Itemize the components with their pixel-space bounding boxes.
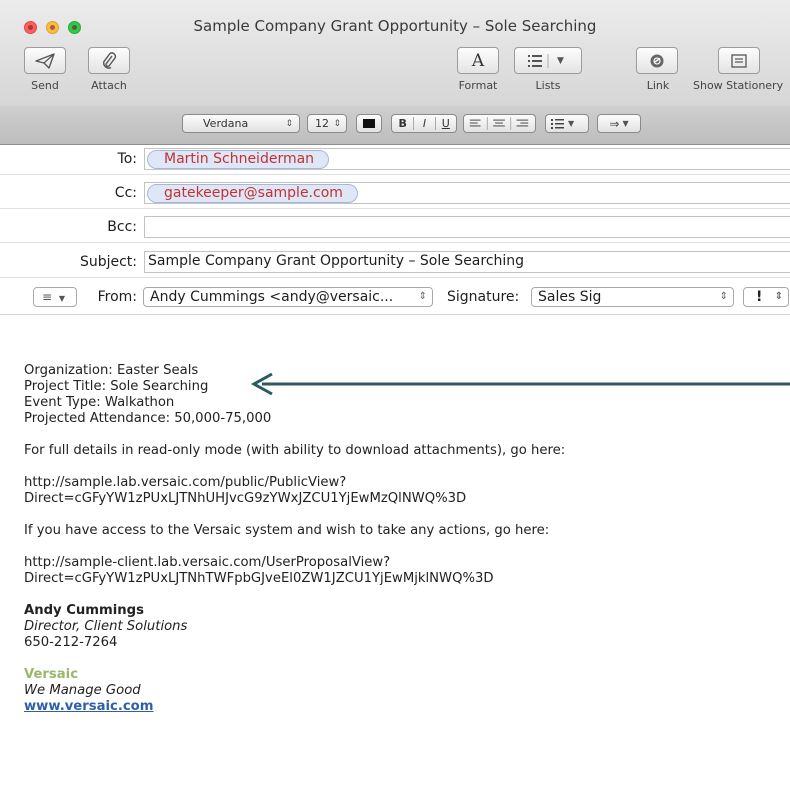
updown-arrows-icon: ⇕ — [418, 291, 427, 302]
align-icons — [469, 117, 529, 130]
updown-arrows-icon: ⇕ — [333, 118, 341, 129]
bcc-label: Bcc: — [107, 219, 137, 235]
font-family-value: Verdana — [203, 117, 249, 130]
indent-arrow-icon: ⇒ — [609, 116, 620, 131]
chevron-down-icon: ▼ — [557, 55, 564, 66]
public-view-url-line1[interactable]: http://sample.lab.versaic.com/public/Pub… — [24, 475, 565, 491]
show-stationery-label: Show Stationery — [693, 79, 784, 92]
to-row: To: Martin Schneiderman — [0, 144, 790, 175]
proposal-view-url-line2[interactable]: Direct=cGFyYW1zPUxLJTNhTWFpbGJveEl0ZW1JZ… — [24, 571, 565, 587]
underline-button[interactable]: U — [436, 117, 456, 130]
lists-label: Lists — [535, 79, 561, 92]
window-toolbar: Sample Company Grant Opportunity – Sole … — [0, 0, 790, 107]
signature-label: Signature: — [447, 289, 520, 305]
chevron-down-icon: ▼ — [58, 294, 66, 303]
link-icon — [650, 54, 664, 67]
updown-arrows-icon: ⇕ — [774, 291, 783, 302]
priority-value: ! — [756, 289, 763, 305]
header-options-button[interactable]: ≡ ▼ — [33, 287, 77, 307]
indent-select[interactable]: ⇒ ▼ — [597, 114, 641, 133]
menu-icon: ≡ — [42, 290, 53, 304]
italic-button[interactable]: I — [414, 117, 436, 130]
chevron-down-icon: ▼ — [568, 119, 575, 128]
paperclip-icon — [103, 51, 117, 69]
cc-label: Cc: — [114, 185, 137, 201]
priority-select[interactable]: ! ⇕ — [743, 287, 789, 307]
cc-row: Cc: gatekeeper@sample.com — [0, 178, 790, 209]
font-size-value: 12 — [315, 117, 329, 130]
format-label: Format — [458, 79, 498, 92]
updown-arrows-icon: ⇕ — [285, 118, 293, 129]
show-stationery-button[interactable] — [718, 47, 760, 74]
proposal-view-url-line1[interactable]: http://sample-client.lab.versaic.com/Use… — [24, 555, 565, 571]
list-icon — [551, 119, 564, 129]
paper-plane-icon — [35, 52, 55, 69]
signature-tagline: We Manage Good — [24, 683, 141, 698]
body-access-intro: If you have access to the Versaic system… — [24, 523, 550, 538]
subject-label: Subject: — [79, 254, 137, 270]
bold-button[interactable]: B — [392, 117, 415, 130]
annotation-arrow-icon — [250, 372, 790, 396]
link-button[interactable] — [636, 47, 678, 74]
signature-value: Sales Sig — [538, 289, 602, 305]
list-icon — [528, 53, 549, 68]
message-body[interactable]: Organization: Easter Seals Project Title… — [24, 363, 565, 715]
website-link[interactable]: www.versaic.com — [24, 699, 153, 714]
stationery-icon — [731, 53, 747, 68]
body-event-type: Event Type: Walkathon — [24, 395, 175, 410]
body-details-intro: For full details in read-only mode (with… — [24, 443, 566, 458]
bcc-row: Bcc: — [0, 212, 790, 243]
attach-button[interactable] — [88, 47, 130, 74]
font-size-select[interactable]: 12 ⇕ — [307, 114, 347, 133]
send-button[interactable] — [24, 47, 66, 74]
format-bar: Verdana ⇕ 12 ⇕ B I U ▼ ⇒ ▼ — [0, 106, 790, 145]
alignment-group — [463, 114, 536, 133]
signature-title: Director, Client Solutions — [24, 619, 188, 634]
signature-phone: 650-212-7264 — [24, 635, 118, 650]
from-value: Andy Cummings <andy@versaic... — [150, 289, 394, 305]
subject-value: Sample Company Grant Opportunity – Sole … — [148, 253, 525, 269]
public-view-url-line2[interactable]: Direct=cGFyYW1zPUxLJTNhUHJvcG9zYWxJZCU1Y… — [24, 491, 565, 507]
signature-name: Andy Cummings — [24, 603, 144, 618]
to-recipient-token[interactable]: Martin Schneiderman — [147, 150, 330, 169]
from-select[interactable]: Andy Cummings <andy@versaic... ⇕ — [143, 287, 433, 307]
window-title: Sample Company Grant Opportunity – Sole … — [193, 17, 597, 35]
font-family-select[interactable]: Verdana ⇕ — [182, 114, 300, 133]
bcc-field[interactable] — [144, 216, 790, 238]
format-button[interactable]: A — [457, 47, 499, 74]
from-row: ≡ ▼ From: Andy Cummings <andy@versaic...… — [0, 280, 790, 315]
to-label: To: — [117, 151, 137, 167]
from-label: From: — [97, 289, 137, 305]
link-label: Link — [646, 79, 670, 92]
attach-label: Attach — [91, 79, 127, 92]
format-icon: A — [471, 50, 485, 71]
chevron-down-icon: ▼ — [622, 119, 629, 128]
send-label: Send — [31, 79, 59, 92]
body-attendance: Projected Attendance: 50,000-75,000 — [24, 411, 272, 426]
lists-button[interactable]: ▼ — [514, 47, 582, 74]
signature-brand: Versaic — [24, 667, 79, 682]
subject-row: Subject: Sample Company Grant Opportunit… — [0, 247, 790, 278]
updown-arrows-icon: ⇕ — [719, 291, 728, 302]
list-style-select[interactable]: ▼ — [545, 114, 589, 133]
text-color-button[interactable] — [356, 114, 382, 133]
color-swatch-icon — [363, 119, 375, 128]
text-style-group: B I U — [391, 114, 457, 133]
signature-select[interactable]: Sales Sig ⇕ — [531, 287, 734, 307]
cc-recipient-token[interactable]: gatekeeper@sample.com — [147, 184, 358, 203]
